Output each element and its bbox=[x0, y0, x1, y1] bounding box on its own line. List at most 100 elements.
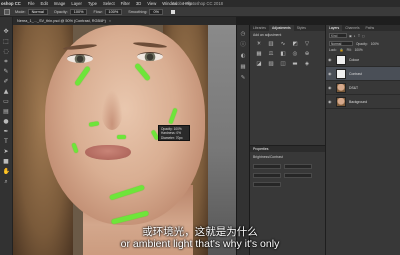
property-field[interactable] bbox=[284, 173, 312, 178]
brush-preset-icon[interactable] bbox=[4, 8, 10, 15]
menu-filter[interactable]: Filter bbox=[118, 1, 133, 6]
smoothing-label: Smoothing: bbox=[128, 9, 148, 14]
mode-select[interactable]: Normal bbox=[27, 8, 48, 15]
layer-filter-row: Kind ▣ ◐ T ▢ bbox=[326, 31, 400, 40]
menu-edit[interactable]: Edit bbox=[38, 1, 51, 6]
filter-pixel-icon[interactable]: ▣ bbox=[349, 34, 352, 38]
tab-channels[interactable]: Channels bbox=[342, 26, 362, 30]
levels-icon[interactable]: ▥ bbox=[267, 41, 275, 48]
flow-label: Flow: bbox=[93, 9, 103, 14]
posterize-icon[interactable]: ▨ bbox=[267, 61, 275, 68]
photo-filter-icon[interactable]: ◎ bbox=[291, 51, 299, 58]
vibrance-icon[interactable]: ▽ bbox=[303, 41, 311, 48]
shape-tool-icon[interactable]: ■ bbox=[3, 159, 10, 165]
opacity-input[interactable]: 100% bbox=[69, 8, 88, 15]
layer-thumbnail bbox=[336, 96, 346, 107]
layer-row[interactable]: ◉ Background bbox=[326, 95, 400, 109]
tab-paths[interactable]: Paths bbox=[363, 26, 378, 30]
zoom-tool-icon[interactable]: ⌕ bbox=[3, 179, 10, 185]
dodge-tool-icon[interactable]: ● bbox=[3, 119, 10, 125]
layers-panel: Layers Channels Paths Kind ▣ ◐ T ▢ Norma… bbox=[325, 25, 400, 255]
filter-type-icon[interactable]: T bbox=[358, 34, 360, 38]
tooltip-line: Diameter: 70px bbox=[161, 135, 183, 140]
type-tool-icon[interactable]: T bbox=[3, 139, 10, 145]
lasso-tool-icon[interactable]: ◌ bbox=[3, 49, 10, 55]
property-field[interactable] bbox=[253, 164, 281, 169]
menu-image[interactable]: Image bbox=[51, 1, 69, 6]
exposure-icon[interactable]: ◩ bbox=[291, 41, 299, 48]
subtitle-chinese: 或环境光，这就是为什么 bbox=[142, 226, 258, 238]
layer-row[interactable]: ◉ Contrast bbox=[326, 67, 400, 81]
flow-input[interactable]: 100% bbox=[104, 8, 123, 15]
right-eye bbox=[137, 52, 163, 61]
curves-icon[interactable]: ∿ bbox=[279, 41, 287, 48]
visibility-eye-icon[interactable]: ◉ bbox=[328, 99, 333, 104]
layer-blend-row: Normal Opacity: 100% bbox=[326, 40, 400, 47]
blend-mode-select[interactable]: Normal bbox=[329, 41, 353, 46]
app-menu[interactable]: oshop CC bbox=[0, 1, 25, 6]
gradient-map-icon[interactable]: ▬ bbox=[291, 61, 299, 68]
move-tool-icon[interactable]: ✥ bbox=[3, 29, 10, 35]
gradient-tool-icon[interactable]: ▤ bbox=[3, 109, 10, 115]
property-field[interactable] bbox=[253, 182, 281, 187]
info-icon[interactable]: ⓘ bbox=[240, 42, 246, 48]
document-name: Nerea_1_..._SV_thin.psd @ 50% (Contrast,… bbox=[17, 19, 106, 23]
fill-label: Fill: bbox=[346, 48, 352, 52]
swatches-icon[interactable]: ▦ bbox=[240, 64, 246, 70]
layer-row[interactable]: ◉ Colour bbox=[326, 53, 400, 67]
crop-tool-icon[interactable]: ⌗ bbox=[3, 59, 10, 65]
channel-mixer-icon[interactable]: ⊕ bbox=[303, 51, 311, 58]
marquee-tool-icon[interactable]: ⬚ bbox=[3, 39, 10, 45]
fill-value[interactable]: 100% bbox=[355, 48, 363, 52]
smoothing-input[interactable]: 0% bbox=[149, 8, 163, 15]
threshold-icon[interactable]: ◫ bbox=[279, 61, 287, 68]
hand-tool-icon[interactable]: ✋ bbox=[3, 169, 10, 175]
menu-type[interactable]: Type bbox=[85, 1, 100, 6]
menu-view[interactable]: View bbox=[144, 1, 159, 6]
tab-layers[interactable]: Layers bbox=[326, 25, 343, 31]
layer-name: Contrast bbox=[349, 71, 362, 76]
property-field[interactable] bbox=[253, 173, 281, 178]
tab-styles[interactable]: Styles bbox=[294, 26, 309, 30]
menu-file[interactable]: File bbox=[25, 1, 38, 6]
close-tab-icon[interactable]: × bbox=[109, 19, 111, 23]
airbrush-toggle[interactable] bbox=[170, 9, 175, 14]
brightness-contrast-icon[interactable]: ☀ bbox=[255, 41, 263, 48]
layer-row[interactable]: ◉ DS&T bbox=[326, 81, 400, 95]
menu-select[interactable]: Select bbox=[100, 1, 118, 6]
filter-adjust-icon[interactable]: ◐ bbox=[354, 34, 356, 38]
eyedropper-tool-icon[interactable]: ✎ bbox=[3, 69, 10, 75]
selective-color-icon[interactable]: ◈ bbox=[303, 61, 311, 68]
path-select-tool-icon[interactable]: ➤ bbox=[3, 149, 10, 155]
property-field[interactable] bbox=[284, 164, 312, 169]
color-balance-icon[interactable]: ⚖ bbox=[267, 51, 275, 58]
tab-libraries[interactable]: Libraries bbox=[250, 26, 269, 30]
layer-opacity-value[interactable]: 100% bbox=[371, 42, 379, 46]
document-tab[interactable]: Nerea_1_..._SV_thin.psd @ 50% (Contrast,… bbox=[13, 17, 236, 25]
brush-settings-icon[interactable]: ✎ bbox=[240, 75, 246, 81]
menu-3d[interactable]: 3D bbox=[133, 1, 144, 6]
eraser-tool-icon[interactable]: ▭ bbox=[3, 99, 10, 105]
visibility-eye-icon[interactable]: ◉ bbox=[328, 71, 333, 76]
lock-icon[interactable]: 🔒 bbox=[340, 48, 344, 52]
nose bbox=[101, 90, 123, 130]
hue-saturation-icon[interactable]: ▦ bbox=[255, 51, 263, 58]
opacity-label: Opacity: bbox=[53, 9, 68, 14]
black-white-icon[interactable]: ◧ bbox=[279, 51, 287, 58]
visibility-eye-icon[interactable]: ◉ bbox=[328, 57, 333, 62]
menu-bar: oshop CC File Edit Image Layer Type Sele… bbox=[0, 0, 400, 7]
menu-layer[interactable]: Layer bbox=[68, 1, 84, 6]
pen-tool-icon[interactable]: ✒ bbox=[3, 129, 10, 135]
layer-filter-kind[interactable]: Kind bbox=[329, 33, 347, 38]
adjustments-title: Add an adjustment bbox=[253, 33, 282, 37]
filter-shape-icon[interactable]: ▢ bbox=[362, 34, 365, 38]
history-icon[interactable]: ◷ bbox=[240, 31, 246, 37]
invert-icon[interactable]: ◪ bbox=[255, 61, 263, 68]
color-icon[interactable]: ◐ bbox=[240, 53, 246, 59]
document-canvas[interactable]: Opacity: 100% Hardness: 0% Diameter: 70p… bbox=[13, 25, 236, 255]
brush-tool-icon[interactable]: ✐ bbox=[3, 79, 10, 85]
tab-adjustments[interactable]: Adjustments bbox=[269, 25, 294, 31]
layer-name: DS&T bbox=[349, 85, 359, 90]
stamp-tool-icon[interactable]: ▲ bbox=[3, 89, 10, 95]
visibility-eye-icon[interactable]: ◉ bbox=[328, 85, 333, 90]
